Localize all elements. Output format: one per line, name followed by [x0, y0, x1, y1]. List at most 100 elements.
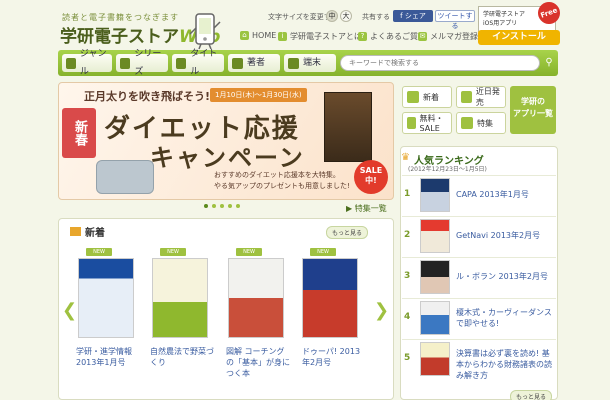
- nav-device-label: 端末: [303, 58, 322, 68]
- book-cover[interactable]: [78, 258, 134, 338]
- share-label: 共有する: [362, 13, 390, 21]
- carousel-dot[interactable]: [228, 204, 232, 208]
- info-icon: i: [278, 32, 287, 41]
- mail-icon: ✉: [418, 32, 427, 41]
- carousel-prev-icon[interactable]: ❮: [62, 300, 77, 321]
- facebook-share-button[interactable]: f シェア: [393, 10, 433, 22]
- book-cover[interactable]: [302, 258, 358, 338]
- person-icon: [232, 57, 243, 69]
- sale-badge: SALE中!: [354, 160, 388, 194]
- new-icon: [407, 91, 419, 103]
- ranking-number: 2: [404, 230, 411, 240]
- crown-icon: ♛: [401, 152, 410, 163]
- scale-illustration: [96, 160, 154, 194]
- title-icon: [176, 57, 187, 69]
- book-title-link[interactable]: 学研・進学情報 2013年1月号: [76, 346, 142, 368]
- more-ranking-button[interactable]: もっと見る: [510, 390, 553, 400]
- banner-date: 1月10日(木)〜1月30日(水): [210, 88, 307, 102]
- nav-device[interactable]: 端末: [284, 54, 336, 72]
- shortcut-new[interactable]: 新着: [402, 86, 452, 108]
- home-icon: ⌂: [240, 31, 249, 40]
- newsletter-link-label: メルマガ登録: [430, 32, 478, 41]
- book-cover[interactable]: [228, 258, 284, 338]
- facebook-share-label: シェア: [404, 12, 426, 20]
- carousel-dot[interactable]: [204, 204, 208, 208]
- ranking-number: 4: [404, 312, 411, 322]
- shortcut-special[interactable]: 特集: [456, 112, 506, 134]
- new-badge: NEW: [310, 248, 336, 256]
- new-releases-heading: 新着: [70, 224, 105, 239]
- ranking-number: 3: [404, 271, 411, 281]
- nav-series-label: シリーズ: [134, 49, 162, 77]
- app-list-button[interactable]: 学研の アプリ一覧: [510, 86, 556, 134]
- nav-genre-label: ジャンル: [79, 49, 107, 77]
- ranking-thumbnail[interactable]: [420, 342, 450, 376]
- book-title-link[interactable]: ドゥーパ! 2013年2月号: [302, 346, 368, 368]
- device-icon: [288, 57, 299, 69]
- font-size-medium-button[interactable]: 中: [326, 10, 338, 22]
- carousel-dot[interactable]: [236, 204, 240, 208]
- book-title-link[interactable]: 図解 コーチングの「基本」が身につく本: [226, 346, 292, 379]
- ranking-title-link[interactable]: ル・ボラン 2013年2月号: [456, 271, 556, 282]
- books-icon: [120, 57, 131, 69]
- banner-top-text: 正月太りを吹き飛ばそう!: [84, 90, 211, 103]
- about-link-label: 学研電子ストアとは?: [290, 32, 367, 41]
- banner-note-1: おすすめのダイエット応援本を大特集。: [214, 171, 340, 179]
- ranking-title-link[interactable]: 決算書は必ず裏を読め! 基本からわかる財務諸表の読み解き方: [456, 348, 556, 381]
- banner-magazine-image: [324, 92, 372, 162]
- ranking-thumbnail[interactable]: [420, 219, 450, 253]
- app-list-line2: アプリ一覧: [513, 109, 553, 118]
- shortcut-free-sale[interactable]: 無料・SALE: [402, 112, 452, 134]
- carousel-next-icon[interactable]: ❯: [374, 300, 389, 321]
- ranking-thumbnail[interactable]: [420, 178, 450, 212]
- feature-list-link[interactable]: ▶ 特集一覧: [346, 203, 387, 214]
- app-list-line1: 学研の: [521, 97, 545, 106]
- install-button[interactable]: インストール: [478, 30, 560, 45]
- new-badge: NEW: [160, 248, 186, 256]
- new-badge: NEW: [236, 248, 262, 256]
- ranking-thumbnail[interactable]: [420, 260, 450, 294]
- ranking-thumbnail[interactable]: [420, 301, 450, 335]
- star-icon: [461, 117, 473, 129]
- newsletter-link[interactable]: ✉ メルマガ登録: [418, 31, 478, 42]
- ranking-number: 1: [404, 189, 411, 199]
- new-releases-title: 新着: [85, 228, 105, 239]
- ranking-number: 5: [404, 353, 411, 363]
- nav-title-label: タイトル: [190, 49, 218, 77]
- book-cover[interactable]: [152, 258, 208, 338]
- faq-link[interactable]: ? よくあるご質問: [358, 31, 426, 42]
- banner-title-line2: キャンペーン: [150, 144, 305, 172]
- home-link[interactable]: ⌂ HOME: [240, 31, 276, 40]
- ranking-title-link[interactable]: CAPA 2013年1月号: [456, 189, 556, 200]
- search-icon[interactable]: ⚲: [542, 54, 556, 72]
- shortcut-new-label: 新着: [423, 92, 439, 102]
- mascot-phone-icon: [189, 13, 221, 50]
- book-title-link[interactable]: 自然農法で野菜づくり: [150, 346, 216, 368]
- more-new-button[interactable]: もっと見る: [326, 226, 369, 239]
- new-badge: NEW: [86, 248, 112, 256]
- font-size-large-button[interactable]: 大: [340, 10, 352, 22]
- search-input[interactable]: [340, 55, 540, 71]
- nav-author[interactable]: 著者: [228, 54, 280, 72]
- nav-series[interactable]: シリーズ: [116, 49, 168, 77]
- ranking-date-range: (2012年12月23日〜1月5日): [408, 166, 487, 173]
- logo-main: 学研電子ストア: [60, 27, 179, 47]
- tag-icon: [407, 117, 416, 129]
- shortcut-coming-soon-label: 近日発売: [475, 87, 500, 107]
- grid-icon: [66, 57, 76, 69]
- nav-title[interactable]: タイトル: [172, 49, 224, 77]
- ranking-title-link[interactable]: 榎木式・カーヴィーダンスで即やせる!: [456, 307, 556, 329]
- shortcut-coming-soon[interactable]: 近日発売: [456, 86, 506, 108]
- ranking-title-link[interactable]: GetNavi 2013年2月号: [456, 230, 556, 241]
- book-icon: [70, 227, 81, 236]
- shortcut-free-sale-label: 無料・SALE: [419, 114, 444, 133]
- nav-genre[interactable]: ジャンル: [62, 49, 112, 77]
- home-link-label: HOME: [252, 31, 277, 40]
- banner-note-2: やる気アップのプレゼントも用意しました!: [214, 182, 350, 190]
- twitter-tweet-button[interactable]: ツイートする: [435, 10, 475, 30]
- nav-author-label: 著者: [247, 58, 266, 68]
- carousel-dot[interactable]: [220, 204, 224, 208]
- about-link[interactable]: i 学研電子ストアとは?: [278, 31, 366, 42]
- carousel-dot[interactable]: [212, 204, 216, 208]
- question-icon: ?: [358, 32, 367, 41]
